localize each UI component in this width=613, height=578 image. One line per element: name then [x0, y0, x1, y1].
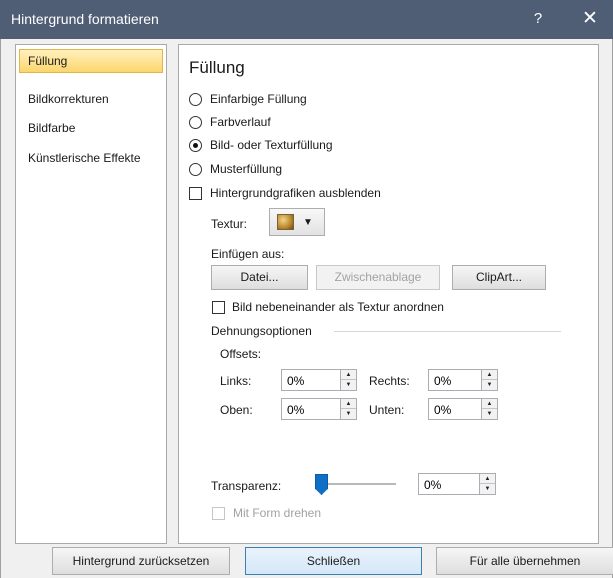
stretch-options-divider: [334, 331, 561, 332]
radio-gradient-fill-label: Farbverlauf: [210, 115, 271, 129]
category-item-artistic-effects[interactable]: Künstlerische Effekte: [19, 146, 163, 170]
title-bar: Hintergrund formatieren ? ✕: [0, 0, 613, 39]
category-item-label: Bildkorrekturen: [28, 92, 109, 106]
category-item-label: Künstlerische Effekte: [28, 151, 141, 165]
rotate-with-shape-label: Mit Form drehen: [233, 506, 322, 520]
offset-bottom-stepper[interactable]: ▲▼: [428, 398, 498, 420]
offsets-label: Offsets:: [220, 347, 262, 361]
radio-pattern-fill[interactable]: [189, 163, 202, 176]
category-item-label: Füllung: [28, 54, 68, 68]
offset-bottom-spinner[interactable]: ▲ ▼: [481, 399, 497, 419]
offset-right-stepper[interactable]: ▲▼: [428, 369, 498, 391]
reset-background-button[interactable]: Hintergrund zurücksetzen: [52, 547, 230, 575]
transparency-slider-track[interactable]: [326, 483, 396, 485]
offset-right-spinner[interactable]: ▲ ▼: [481, 370, 497, 390]
hide-background-graphics-checkbox[interactable]: [189, 187, 202, 200]
category-item-fill[interactable]: Füllung: [19, 49, 163, 73]
radio-solid-fill-label: Einfarbige Füllung: [210, 92, 307, 106]
spin-up-icon[interactable]: ▲: [341, 399, 356, 409]
hide-background-graphics-label: Hintergrundgrafiken ausblenden: [210, 186, 381, 200]
offset-left-spinner[interactable]: ▲ ▼: [340, 370, 356, 390]
texture-dropdown[interactable]: ▼: [269, 208, 325, 236]
radio-selected-dot: [193, 143, 198, 148]
category-item-picture-color[interactable]: Bildfarbe: [19, 116, 163, 140]
radio-picture-texture-fill[interactable]: [189, 139, 202, 152]
category-item-label: Bildfarbe: [28, 121, 76, 135]
close-window-button[interactable]: ✕: [578, 7, 602, 30]
offset-top-stepper[interactable]: ▲▼: [281, 398, 357, 420]
tile-picture-checkbox[interactable]: [212, 301, 225, 314]
chevron-down-icon: ▼: [303, 217, 313, 228]
panel-heading: Füllung: [189, 58, 245, 77]
spin-down-icon[interactable]: ▼: [341, 409, 356, 419]
file-button[interactable]: Datei...: [211, 265, 308, 290]
apply-to-all-button[interactable]: Für alle übernehmen: [436, 547, 613, 575]
spin-down-icon[interactable]: ▼: [341, 380, 356, 390]
radio-pattern-fill-label: Musterfüllung: [210, 162, 283, 176]
offset-left-label: Links:: [220, 374, 252, 388]
transparency-spinner[interactable]: ▲ ▼: [479, 474, 495, 494]
clipboard-button[interactable]: Zwischenablage: [316, 265, 440, 290]
offset-top-label: Oben:: [220, 403, 253, 417]
spin-up-icon[interactable]: ▲: [482, 370, 497, 380]
texture-label: Textur:: [211, 217, 248, 231]
category-item-picture-corrections[interactable]: Bildkorrekturen: [19, 87, 163, 111]
category-list: Füllung Bildkorrekturen Bildfarbe Künstl…: [15, 44, 167, 544]
offset-bottom-label: Unten:: [369, 403, 405, 417]
spin-down-icon[interactable]: ▼: [482, 409, 497, 419]
offset-right-label: Rechts:: [369, 374, 410, 388]
window-title: Hintergrund formatieren: [11, 11, 159, 27]
radio-picture-texture-fill-label: Bild- oder Texturfüllung: [210, 138, 333, 152]
help-button[interactable]: ?: [528, 10, 548, 27]
spin-down-icon[interactable]: ▼: [482, 380, 497, 390]
clipart-button[interactable]: ClipArt...: [452, 265, 546, 290]
radio-solid-fill[interactable]: [189, 93, 202, 106]
insert-from-label: Einfügen aus:: [211, 247, 285, 261]
spin-up-icon[interactable]: ▲: [480, 474, 495, 484]
window-border-left: [0, 39, 1, 578]
transparency-label: Transparenz:: [211, 479, 282, 493]
offset-left-stepper[interactable]: ▲▼: [281, 369, 357, 391]
offset-top-spinner[interactable]: ▲ ▼: [340, 399, 356, 419]
spin-up-icon[interactable]: ▲: [341, 370, 356, 380]
tile-picture-label: Bild nebeneinander als Textur anordnen: [232, 300, 444, 314]
stretch-options-label: Dehnungsoptionen: [211, 324, 312, 338]
radio-gradient-fill[interactable]: [189, 116, 202, 129]
rotate-with-shape-checkbox[interactable]: [212, 507, 225, 520]
spin-down-icon[interactable]: ▼: [480, 484, 495, 494]
close-button[interactable]: Schließen: [245, 547, 422, 575]
texture-swatch-icon: [277, 214, 294, 230]
spin-up-icon[interactable]: ▲: [482, 399, 497, 409]
transparency-stepper[interactable]: ▲▼: [418, 473, 496, 495]
